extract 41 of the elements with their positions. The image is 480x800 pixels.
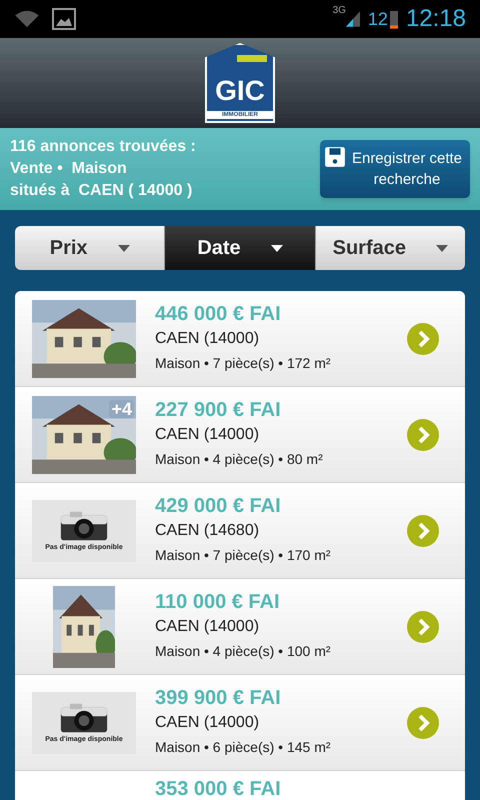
chevron-right-icon[interactable] [407,418,439,450]
wifi-icon [14,10,40,28]
listing-city: CAEN (14000) [155,425,260,445]
listing-city: CAEN (14000) [155,617,260,637]
listing-price: 110 000 € FAI [155,590,281,615]
logo-text: GIC [215,77,265,105]
listing-details: Maison • 7 pièce(s) • 172 m² [155,354,332,373]
chevron-right-icon[interactable] [407,610,439,642]
chevron-right-icon[interactable] [407,706,439,738]
save-search-button[interactable]: Enregistrer cette recherche [320,140,470,198]
network-type: 3G [332,6,346,16]
listing-city: CAEN (14000) [155,329,260,349]
sort-tab[interactable]: Surface [314,226,465,270]
battery-icon [390,8,398,30]
listing-row[interactable]: 446 000 € FAI CAEN (14000) Maison • 7 pièce(s) • 172 m² [15,291,465,387]
listing-price: 353 000 € FAI [155,777,281,800]
search-summary-line: situés à CAEN ( 14000 ) [10,181,194,201]
listing-details: Maison • 4 pièce(s) • 100 m² [155,642,332,661]
caret-icon [118,244,130,252]
battery-percent: 12 [368,8,388,30]
listing-price: 399 900 € FAI [155,686,282,711]
chevron-right-icon[interactable] [407,322,439,354]
listing-price: 429 000 € FAI [155,494,282,519]
clock: 12:18 [406,4,466,34]
image-icon [52,8,76,30]
listing-price: 446 000 € FAI [155,302,282,327]
photo-count-badge: +4 [109,400,134,418]
caret-icon [436,244,448,252]
sort-tab[interactable]: Date [164,226,315,270]
listing-details: Maison • 6 pièce(s) • 145 m² [155,738,332,757]
chevron-right-icon[interactable] [407,514,439,546]
listing-price: 227 900 € FAI [155,398,282,423]
listing-details: Maison • 7 pièce(s) • 170 m² [155,546,332,565]
listing-details: Maison • 4 pièce(s) • 80 m² [155,450,324,469]
search-summary-line: Vente • Maison [10,159,128,179]
listing-city: CAEN (14000) [155,713,260,733]
search-summary-line: 116 annonces trouvées : [10,137,197,157]
listing-city: CAEN (14680) [155,521,260,541]
caret-icon [270,244,283,252]
logo-stripe [237,55,267,62]
sort-tab[interactable]: Prix [15,226,164,270]
